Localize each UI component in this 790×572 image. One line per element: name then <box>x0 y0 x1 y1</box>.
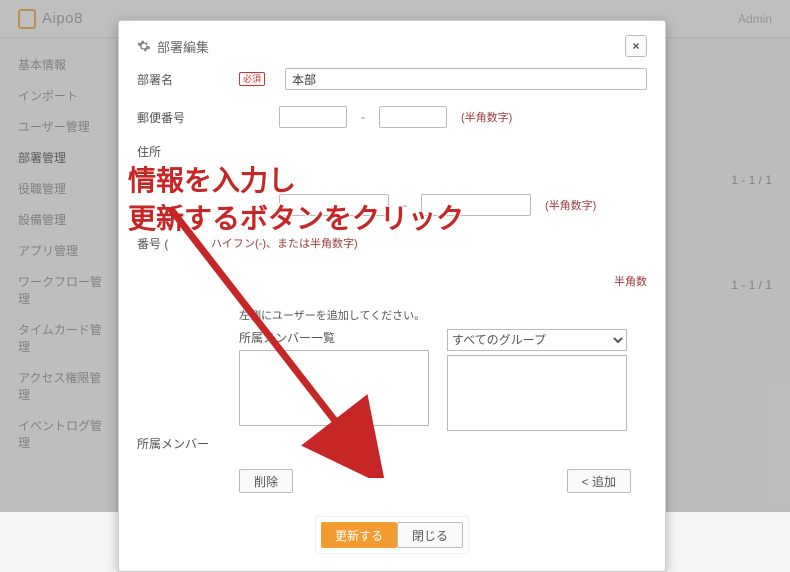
group-select[interactable]: すべてのグループ <box>447 329 627 351</box>
submit-highlight: 更新する 閉じる <box>316 517 468 553</box>
submit-button[interactable]: 更新する <box>321 522 397 548</box>
hint-unknown: (半角数字) <box>545 197 596 213</box>
member-instruction: 左側にユーザーを追加してください。 <box>239 307 647 323</box>
label-name: 部署名 <box>137 71 225 88</box>
delete-button[interactable]: 削除 <box>239 469 293 493</box>
input-name[interactable] <box>285 68 647 90</box>
label-postal: 郵便番号 <box>137 109 225 126</box>
member-list-title: 所属メンバー一覧 <box>239 329 429 346</box>
input-unknown-2[interactable] <box>421 194 531 216</box>
close-button[interactable]: × <box>625 35 647 57</box>
hint-hyphen: ハイフン(-)、または半角数字) <box>211 235 358 251</box>
modal-title: 部署編集 <box>157 37 209 56</box>
postal-sep: - <box>361 110 365 124</box>
close-modal-button[interactable]: 閉じる <box>397 522 463 548</box>
input-postal-1[interactable] <box>279 106 347 128</box>
modal-edit-department: 部署編集 × 部署名 必須 郵便番号 - (半角数字) 住所 - (半角数字) … <box>118 20 666 572</box>
modal-title-row: 部署編集 <box>137 37 209 56</box>
gear-icon <box>137 39 151 53</box>
input-postal-2[interactable] <box>379 106 447 128</box>
input-unknown-1[interactable] <box>279 194 389 216</box>
hint-postal: (半角数字) <box>461 109 512 125</box>
add-button[interactable]: < 追加 <box>567 469 631 493</box>
label-address: 住所 <box>137 143 225 160</box>
label-members: 所属メンバー <box>137 435 225 452</box>
close-icon: × <box>632 39 639 53</box>
hint-hannum2: 半角数 <box>614 273 647 289</box>
group-user-listbox[interactable] <box>447 355 627 431</box>
required-badge: 必須 <box>239 72 265 86</box>
member-listbox[interactable] <box>239 350 429 426</box>
label-phone: 番号 ( <box>137 235 197 252</box>
